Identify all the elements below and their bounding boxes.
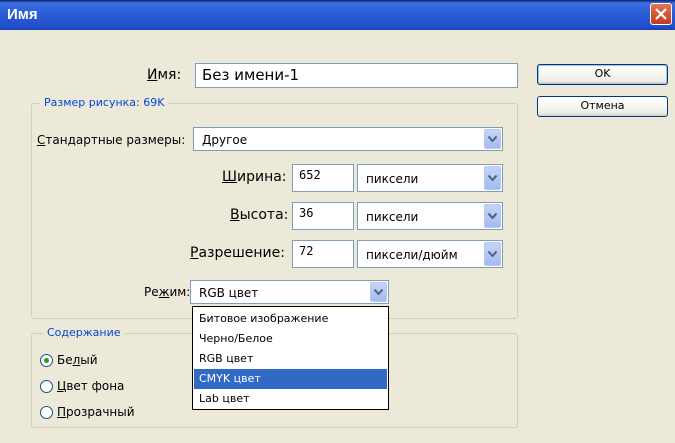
title-bar[interactable]: Имя [0,0,675,30]
contents-group-title: Содержание [43,326,125,339]
radio-white-label[interactable]: Белый [57,353,98,367]
height-input[interactable]: 36 [292,202,354,230]
chevron-down-icon[interactable] [370,282,387,302]
radio-transparent-label[interactable]: Прозрачный [57,405,135,419]
chevron-down-icon[interactable] [484,129,501,149]
chevron-down-icon[interactable] [484,204,501,228]
mode-option-bitmap[interactable]: Битовое изображение [194,309,387,329]
preset-label: Стандартные размеры: [37,133,186,147]
close-button[interactable] [650,3,672,25]
radio-background-color[interactable] [40,380,53,393]
ok-button[interactable]: OK [537,64,668,85]
resolution-input[interactable]: 72 [292,240,354,268]
name-label: Имя: [147,67,182,83]
mode-option-cmyk[interactable]: CMYK цвет [194,369,387,389]
new-image-dialog: Имя Имя: Без имени-1 OK Отмена Размер ри… [0,0,675,443]
radio-transparent[interactable] [40,406,53,419]
radio-background-color-label[interactable]: Цвет фона [57,379,124,393]
resolution-unit-select[interactable]: пиксели/дюйм [357,240,503,268]
radio-white[interactable] [40,354,53,367]
mode-option-rgb[interactable]: RGB цвет [194,349,387,369]
dialog-body: Имя: Без имени-1 OK Отмена Размер рисунк… [4,30,671,439]
mode-dropdown-list: Битовое изображение Черно/Белое RGB цвет… [192,306,389,410]
image-size-group-title: Размер рисунка: 69K [40,96,169,109]
chevron-down-icon[interactable] [484,242,501,266]
resolution-unit-value: пиксели/дюйм [366,248,458,262]
preset-value: Другое [202,133,248,147]
mode-option-lab[interactable]: Lab цвет [194,389,387,409]
width-label: Ширина: [222,169,287,185]
height-label: Высота: [230,207,289,223]
cancel-button[interactable]: Отмена [537,96,668,117]
mode-option-grayscale[interactable]: Черно/Белое [194,329,387,349]
close-icon [655,8,667,20]
width-unit-select[interactable]: пиксели [357,164,503,192]
window-title: Имя [7,6,38,23]
mode-label: Режим: [144,285,191,299]
resolution-label: Разрешение: [190,245,285,261]
name-input[interactable]: Без имени-1 [195,63,518,88]
chevron-down-icon[interactable] [484,166,501,190]
width-input[interactable]: 652 [292,164,354,192]
preset-select[interactable]: Другое [193,127,503,151]
height-unit-value: пиксели [366,210,419,224]
width-unit-value: пиксели [366,172,419,186]
mode-value: RGB цвет [199,286,259,300]
mode-select[interactable]: RGB цвет [190,280,389,304]
height-unit-select[interactable]: пиксели [357,202,503,230]
